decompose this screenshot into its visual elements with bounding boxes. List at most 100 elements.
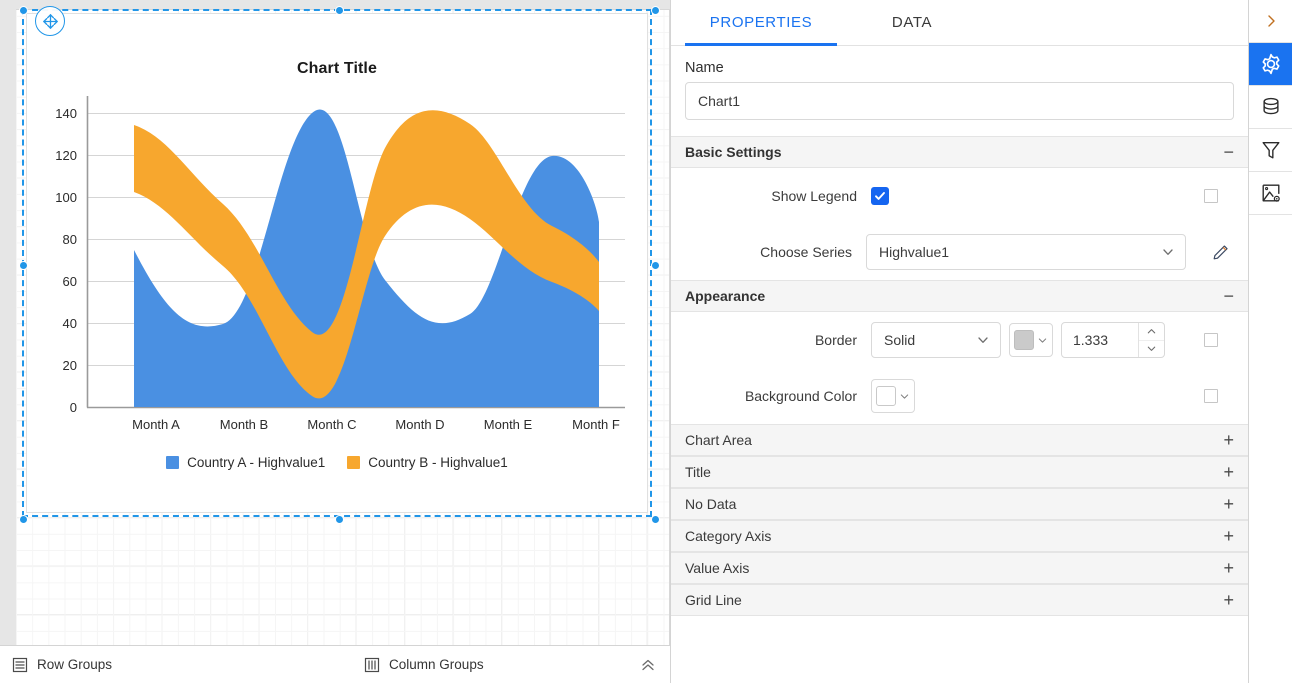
section-value-axis-toggle[interactable]: + — [1223, 559, 1234, 577]
section-chart-area-toggle[interactable]: + — [1223, 431, 1234, 449]
svg-text:20: 20 — [63, 358, 77, 373]
section-category-axis-header[interactable]: Category Axis + — [671, 520, 1248, 552]
properties-panel: PROPERTIES DATA Name Basic Settings − Sh… — [670, 0, 1248, 683]
show-legend-expression-checkbox[interactable] — [1204, 189, 1218, 203]
legend-item[interactable]: Country A - Highvalue1 — [166, 455, 325, 470]
row-groups-label: Row Groups — [37, 657, 113, 672]
section-value-axis-header[interactable]: Value Axis + — [671, 552, 1248, 584]
section-basic-settings-toggle[interactable]: − — [1223, 143, 1234, 161]
background-color-label: Background Color — [744, 388, 857, 404]
chart-name-input[interactable] — [685, 82, 1234, 120]
section-grid-line-title: Grid Line — [685, 592, 742, 608]
border-control: Solid 1.333 — [871, 322, 1165, 358]
row-groups-button[interactable]: Row Groups — [12, 657, 112, 673]
groups-bar: Row Groups Column Groups — [0, 645, 670, 683]
chevron-down-icon — [1151, 245, 1175, 259]
section-title-header[interactable]: Title + — [671, 456, 1248, 488]
border-width-increment[interactable] — [1139, 323, 1164, 341]
border-width-value[interactable]: 1.333 — [1062, 323, 1138, 357]
background-color-picker[interactable] — [871, 379, 915, 413]
image-settings-icon — [1262, 184, 1280, 202]
section-no-data-toggle[interactable]: + — [1223, 495, 1234, 513]
svg-text:Month E: Month E — [484, 417, 533, 432]
border-style-select[interactable]: Solid — [871, 322, 1001, 358]
edit-series-button[interactable] — [1208, 239, 1234, 265]
report-designer-window: Chart Title 140 120 100 80 60 40 20 0 Mo… — [0, 0, 1292, 683]
background-color-swatch — [876, 386, 896, 406]
background-color-expression-checkbox[interactable] — [1204, 389, 1218, 403]
section-appearance-header[interactable]: Appearance − — [671, 280, 1248, 312]
section-basic-settings-body: Show Legend Choose Series Highvalue1 — [671, 168, 1248, 280]
legend-swatch-blue — [166, 456, 180, 469]
gear-icon — [1261, 53, 1280, 75]
rail-datasource-button[interactable] — [1249, 86, 1292, 129]
chevron-up-icon — [1147, 328, 1156, 334]
name-section-label: Name — [685, 60, 724, 76]
svg-text:60: 60 — [63, 274, 77, 289]
section-grid-line-header[interactable]: Grid Line + — [671, 584, 1248, 616]
legend-label: Country B - Highvalue1 — [368, 455, 508, 470]
border-width-stepper[interactable]: 1.333 — [1061, 322, 1165, 358]
section-grid-line-toggle[interactable]: + — [1223, 591, 1234, 609]
border-width-decrement[interactable] — [1139, 341, 1164, 358]
column-groups-label: Column Groups — [389, 657, 484, 672]
tab-properties[interactable]: PROPERTIES — [685, 0, 837, 46]
section-value-axis-title: Value Axis — [685, 560, 750, 576]
funnel-icon — [1262, 141, 1279, 159]
database-icon — [1262, 97, 1279, 115]
rows-icon — [12, 657, 28, 672]
svg-text:Month A: Month A — [132, 417, 180, 432]
border-width-spin-buttons — [1138, 323, 1164, 357]
section-category-axis-toggle[interactable]: + — [1223, 527, 1234, 545]
svg-text:40: 40 — [63, 316, 77, 331]
choose-series-select[interactable]: Highvalue1 — [866, 234, 1186, 270]
section-title-toggle[interactable]: + — [1223, 463, 1234, 481]
section-category-axis-title: Category Axis — [685, 528, 772, 544]
column-groups-button[interactable]: Column Groups — [364, 657, 484, 673]
tab-data[interactable]: DATA — [837, 0, 987, 45]
row-border: Border Solid 1.333 — [671, 312, 1248, 368]
svg-text:Month D: Month D — [395, 417, 444, 432]
tool-rail — [1248, 0, 1292, 683]
name-input-wrap — [671, 82, 1248, 136]
choose-series-control: Highvalue1 — [866, 234, 1234, 270]
section-appearance-toggle[interactable]: − — [1223, 287, 1234, 305]
section-basic-settings-title: Basic Settings — [685, 144, 782, 160]
section-no-data-header[interactable]: No Data + — [671, 488, 1248, 520]
show-legend-control — [871, 187, 889, 205]
collapse-groups-button[interactable] — [640, 657, 656, 678]
move-cross-icon — [42, 13, 58, 29]
legend-item[interactable]: Country B - Highvalue1 — [347, 455, 508, 470]
rail-filter-button[interactable] — [1249, 129, 1292, 172]
svg-text:80: 80 — [63, 232, 77, 247]
border-color-swatch — [1014, 330, 1034, 350]
svg-text:140: 140 — [55, 106, 77, 121]
border-expression-checkbox[interactable] — [1204, 333, 1218, 347]
legend-swatch-orange — [347, 456, 361, 469]
pencil-icon — [1213, 245, 1228, 260]
row-show-legend: Show Legend — [671, 168, 1248, 224]
design-canvas-pane: Chart Title 140 120 100 80 60 40 20 0 Mo… — [0, 0, 670, 683]
svg-text:Month F: Month F — [572, 417, 620, 432]
move-handle[interactable] — [35, 6, 65, 36]
row-background-color: Background Color — [671, 368, 1248, 424]
show-legend-checkbox[interactable] — [871, 187, 889, 205]
double-chevron-up-icon — [642, 659, 654, 671]
chevron-down-icon — [966, 333, 990, 347]
svg-text:100: 100 — [55, 190, 77, 205]
section-chart-area-header[interactable]: Chart Area + — [671, 424, 1248, 456]
border-label: Border — [814, 332, 857, 348]
section-basic-settings-header[interactable]: Basic Settings − — [671, 136, 1248, 168]
chevron-down-icon — [1038, 337, 1047, 343]
row-choose-series: Choose Series Highvalue1 — [671, 224, 1248, 280]
rail-settings-button[interactable] — [1249, 43, 1292, 86]
border-color-picker[interactable] — [1009, 323, 1053, 357]
panel-tabs: PROPERTIES DATA — [671, 0, 1248, 46]
svg-text:120: 120 — [55, 148, 77, 163]
section-chart-area-title: Chart Area — [685, 432, 752, 448]
check-icon — [875, 192, 885, 200]
chart-widget[interactable]: Chart Title 140 120 100 80 60 40 20 0 Mo… — [26, 13, 648, 513]
rail-expand-button[interactable] — [1249, 0, 1292, 43]
columns-icon — [364, 657, 380, 672]
rail-image-settings-button[interactable] — [1249, 172, 1292, 215]
